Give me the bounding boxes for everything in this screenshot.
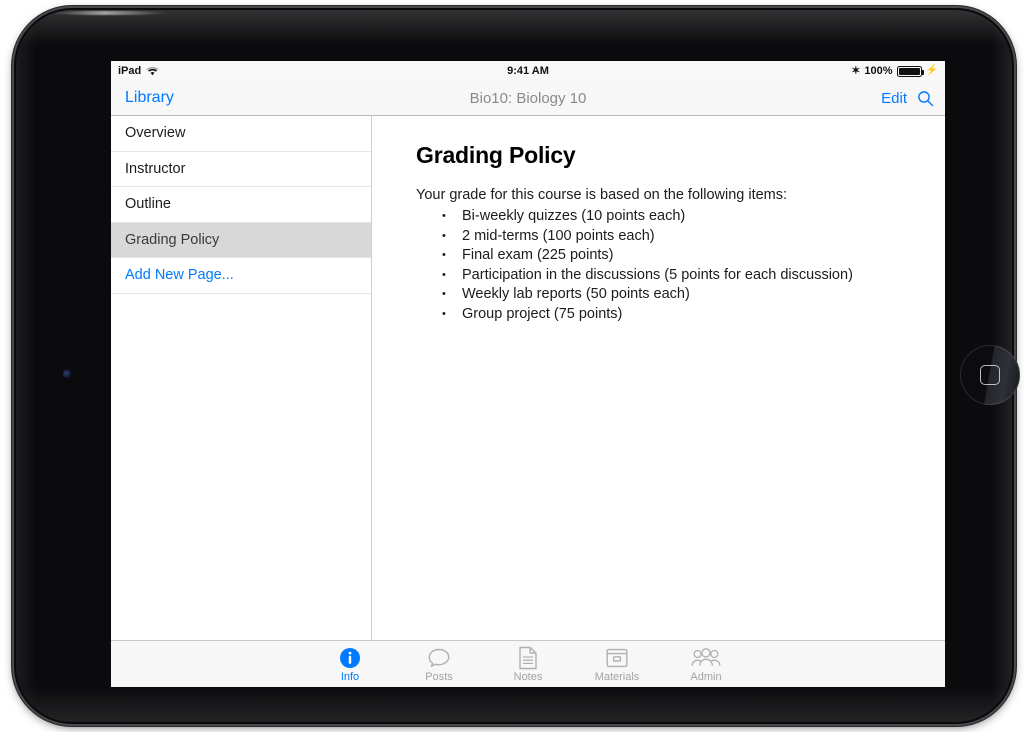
tab-notes[interactable]: Notes [484, 645, 573, 683]
battery-fill [898, 67, 920, 75]
document-page-icon [518, 645, 538, 670]
page-list-sidebar: Overview Instructor Outline Grading Poli… [111, 116, 372, 640]
navigation-bar: Library Bio10: Biology 10 Edit [111, 81, 945, 116]
archive-box-icon [605, 645, 629, 670]
tab-label: Materials [594, 671, 640, 683]
tab-materials[interactable]: Materials [573, 645, 662, 683]
list-item: Participation in the discussions (5 poin… [416, 266, 921, 286]
sidebar-item-label: Instructor [125, 160, 186, 177]
bluetooth-icon: ✶ [851, 64, 861, 77]
sidebar-item-grading-policy[interactable]: Grading Policy [111, 222, 371, 258]
sidebar-item-label: Add New Page... [125, 267, 234, 284]
grading-policy-heading: Grading Policy [416, 142, 576, 168]
list-item: Weekly lab reports (50 points each) [416, 285, 921, 305]
lightning-bolt-icon: ⚡ [925, 65, 938, 76]
front-camera-icon [57, 364, 77, 384]
edit-button[interactable]: Edit [881, 90, 907, 107]
page-title: Bio10: Biology 10 [469, 89, 587, 107]
tab-label: Info [340, 671, 360, 683]
list-item: Final exam (225 points) [416, 246, 921, 266]
sidebar-item-instructor[interactable]: Instructor [111, 151, 371, 187]
status-bar-clock: 9:41 AM [507, 65, 549, 77]
grading-policy-intro: Your grade for this course is based on t… [416, 187, 788, 203]
sidebar-item-label: Overview [125, 125, 186, 142]
sidebar-item-label: Outline [125, 196, 171, 213]
sidebar-item-outline[interactable]: Outline [111, 187, 371, 223]
list-item: Bi-weekly quizzes (10 points each) [416, 207, 921, 227]
list-item: 2 mid-terms (100 points each) [416, 227, 921, 247]
tab-info[interactable]: Info [306, 645, 395, 683]
list-item: Group project (75 points) [416, 305, 921, 325]
bezel-highlight [50, 11, 170, 15]
status-bar: iPad 9:41 AM ✶ 100% ⚡ [111, 61, 945, 81]
info-circle-icon [339, 645, 361, 670]
tab-label: Posts [425, 671, 453, 683]
battery-percent-label: 100% [864, 65, 893, 77]
tab-posts[interactable]: Posts [395, 645, 484, 683]
home-button-square-icon [980, 365, 1000, 385]
sidebar-item-add-new-page[interactable]: Add New Page... [111, 258, 371, 294]
ipad-device: iPad 9:41 AM ✶ 100% ⚡ Library Bio10: Bio… [14, 8, 1020, 724]
tab-admin[interactable]: Admin [662, 645, 751, 683]
grading-items-list: Bi-weekly quizzes (10 points each) 2 mid… [416, 207, 921, 324]
tab-label: Notes [513, 671, 543, 683]
tab-label: Admin [690, 671, 722, 683]
sidebar-item-label: Grading Policy [125, 231, 220, 248]
speech-bubble-icon [427, 645, 451, 670]
search-icon[interactable] [917, 90, 934, 107]
home-button[interactable] [960, 345, 1020, 405]
ipad-screen: iPad 9:41 AM ✶ 100% ⚡ Library Bio10: Bio… [111, 61, 945, 687]
page-detail-pane: Grading Policy Your grade for this cours… [372, 116, 945, 640]
navigation-bar-actions: Edit [881, 90, 934, 107]
content-area: Overview Instructor Outline Grading Poli… [111, 116, 945, 640]
battery-full-icon [896, 65, 924, 77]
people-group-icon [691, 645, 721, 670]
sidebar-item-overview[interactable]: Overview [111, 116, 371, 152]
tab-bar: Info Posts Notes Materials Admin [111, 640, 945, 687]
status-bar-right: ✶ 100% ⚡ [851, 65, 938, 77]
